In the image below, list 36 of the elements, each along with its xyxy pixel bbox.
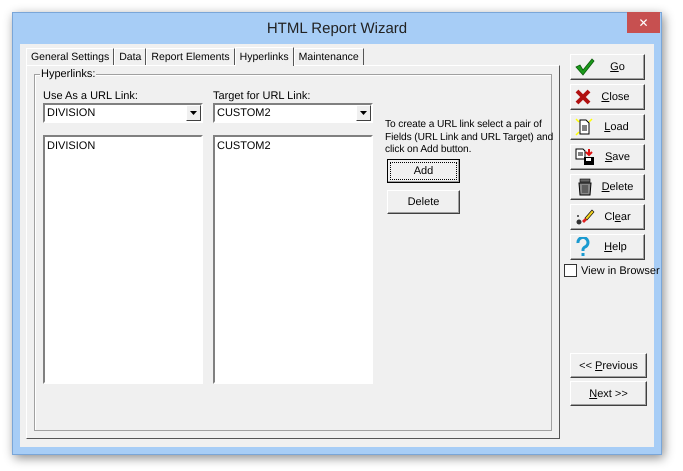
tab[interactable]: Report Elements (146, 48, 235, 65)
close-button[interactable]: Close (570, 84, 645, 110)
tab[interactable]: Data (114, 48, 146, 65)
help-button[interactable]: Help (570, 234, 645, 260)
close-button[interactable]: ✕ (627, 12, 660, 33)
group-title: Hyperlinks: (40, 68, 96, 80)
delete-button[interactable]: Delete (570, 174, 645, 200)
go-button[interactable]: Go (570, 54, 645, 80)
checkbox[interactable] (564, 264, 577, 277)
document-disk-icon (575, 148, 595, 166)
window-title: HTML Report Wizard (266, 20, 408, 37)
delete-button[interactable]: Delete (387, 190, 460, 214)
list-box[interactable]: DIVISION (43, 135, 203, 384)
add-button[interactable]: Add (387, 158, 460, 182)
tab[interactable]: Hyperlinks (234, 47, 294, 66)
list-box[interactable]: CUSTOM2 (213, 135, 373, 384)
tab[interactable]: Maintenance (294, 48, 364, 65)
instructions-text: To create a URL link select a pair of Fields (URL Link and URL Target) and click on Add button. (385, 119, 554, 156)
eraser-icon (575, 208, 595, 226)
next-button[interactable]: Next >> (570, 381, 647, 406)
load-button[interactable]: Load (570, 114, 645, 140)
clear-button[interactable]: Clear (570, 204, 645, 230)
question-mark-icon (575, 237, 591, 257)
close-icon (575, 89, 591, 105)
save-button[interactable]: Save (570, 144, 645, 170)
tab[interactable]: General Settings (26, 48, 114, 65)
dropdown[interactable]: DIVISION (43, 103, 203, 123)
dropdown[interactable]: CUSTOM2 (213, 103, 373, 123)
document-icon (575, 118, 593, 136)
field-label: Target for URL Link: (213, 90, 312, 102)
checkmark-icon (575, 58, 595, 76)
field-label: Use As a URL Link: (43, 90, 139, 102)
previous-button[interactable]: << Previous (570, 353, 647, 378)
checkbox-label: View in Browser (581, 264, 660, 276)
list-item[interactable]: CUSTOM2 (217, 140, 369, 152)
list-item[interactable]: DIVISION (47, 140, 199, 152)
